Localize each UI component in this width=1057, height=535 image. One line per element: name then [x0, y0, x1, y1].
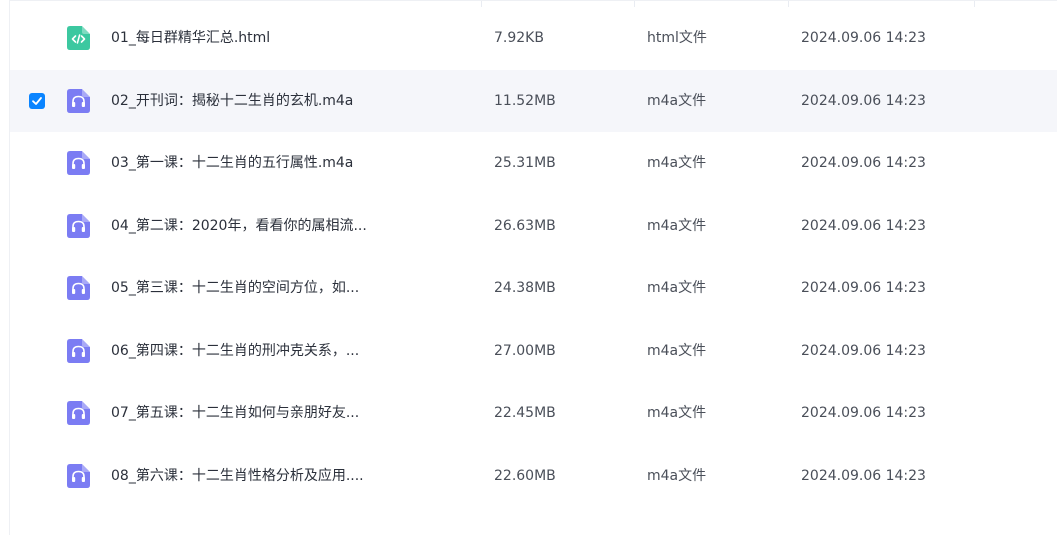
file-row[interactable]: 08_第六课：十二生肖性格分析及应用.... 22.60MB m4a文件 202…: [10, 445, 1057, 507]
audio-file-icon: [67, 463, 90, 488]
file-name[interactable]: 05_第三课：十二生肖的空间方位，如...: [111, 278, 359, 298]
file-size: 26.63MB: [494, 217, 556, 234]
file-size: 27.00MB: [494, 342, 556, 359]
file-type: m4a文件: [647, 467, 707, 484]
audio-file-icon: [67, 88, 90, 113]
file-modified-date: 2024.09.06 14:23: [801, 342, 926, 359]
file-type: m4a文件: [647, 155, 707, 171]
file-row[interactable]: 07_第五课：十二生肖如何与亲朋好友... 22.45MB m4a文件 2024…: [10, 382, 1057, 444]
file-modified-date: 2024.09.06 14:23: [801, 30, 926, 46]
file-size: 25.31MB: [494, 155, 556, 171]
file-type: m4a文件: [647, 280, 707, 296]
file-modified-date: 2024.09.06 14:23: [801, 280, 926, 296]
audio-file-icon: [67, 213, 90, 238]
file-modified-date: 2024.09.06 14:23: [801, 92, 926, 109]
file-name[interactable]: 02_开刊词：揭秘十二生肖的玄机.m4a: [111, 91, 353, 111]
file-modified-date: 2024.09.06 14:23: [801, 467, 926, 484]
file-type: m4a文件: [647, 92, 707, 109]
file-row[interactable]: 01_每日群精华汇总.html 7.92KB html文件 2024.09.06…: [10, 7, 1057, 69]
file-modified-date: 2024.09.06 14:23: [801, 155, 926, 171]
file-size: 22.60MB: [494, 467, 556, 484]
file-name[interactable]: 03_第一课：十二生肖的五行属性.m4a: [111, 153, 353, 173]
audio-file-icon: [67, 338, 90, 363]
audio-file-icon: [67, 276, 90, 300]
file-modified-date: 2024.09.06 14:23: [801, 217, 926, 234]
file-row[interactable]: 06_第四课：十二生肖的刑冲克关系，... 27.00MB m4a文件 2024…: [10, 320, 1057, 382]
file-name[interactable]: 04_第二课：2020年，看看你的属相流...: [111, 216, 367, 236]
file-type: m4a文件: [647, 342, 707, 359]
file-modified-date: 2024.09.06 14:23: [801, 405, 926, 421]
row-checkbox[interactable]: [29, 92, 45, 109]
code-file-icon: [67, 26, 90, 50]
file-row[interactable]: 02_开刊词：揭秘十二生肖的玄机.m4a 11.52MB m4a文件 2024.…: [10, 69, 1057, 132]
audio-file-icon: [67, 401, 90, 425]
file-row[interactable]: 05_第三课：十二生肖的空间方位，如... 24.38MB m4a文件 2024…: [10, 257, 1057, 319]
file-type: m4a文件: [647, 217, 707, 234]
file-size: 11.52MB: [494, 92, 556, 109]
file-size: 22.45MB: [494, 405, 556, 421]
file-row[interactable]: 04_第二课：2020年，看看你的属相流... 26.63MB m4a文件 20…: [10, 195, 1057, 257]
file-size: 7.92KB: [494, 30, 544, 46]
file-type: html文件: [647, 30, 707, 46]
file-name[interactable]: 06_第四课：十二生肖的刑冲克关系，...: [111, 341, 359, 361]
file-name[interactable]: 07_第五课：十二生肖如何与亲朋好友...: [111, 403, 359, 423]
check-icon: [32, 96, 42, 105]
file-row[interactable]: 03_第一课：十二生肖的五行属性.m4a 25.31MB m4a文件 2024.…: [10, 132, 1057, 194]
file-name[interactable]: 01_每日群精华汇总.html: [111, 28, 270, 48]
file-type: m4a文件: [647, 405, 707, 421]
file-name[interactable]: 08_第六课：十二生肖性格分析及应用....: [111, 466, 364, 486]
audio-file-icon: [67, 151, 90, 175]
file-size: 24.38MB: [494, 280, 556, 296]
